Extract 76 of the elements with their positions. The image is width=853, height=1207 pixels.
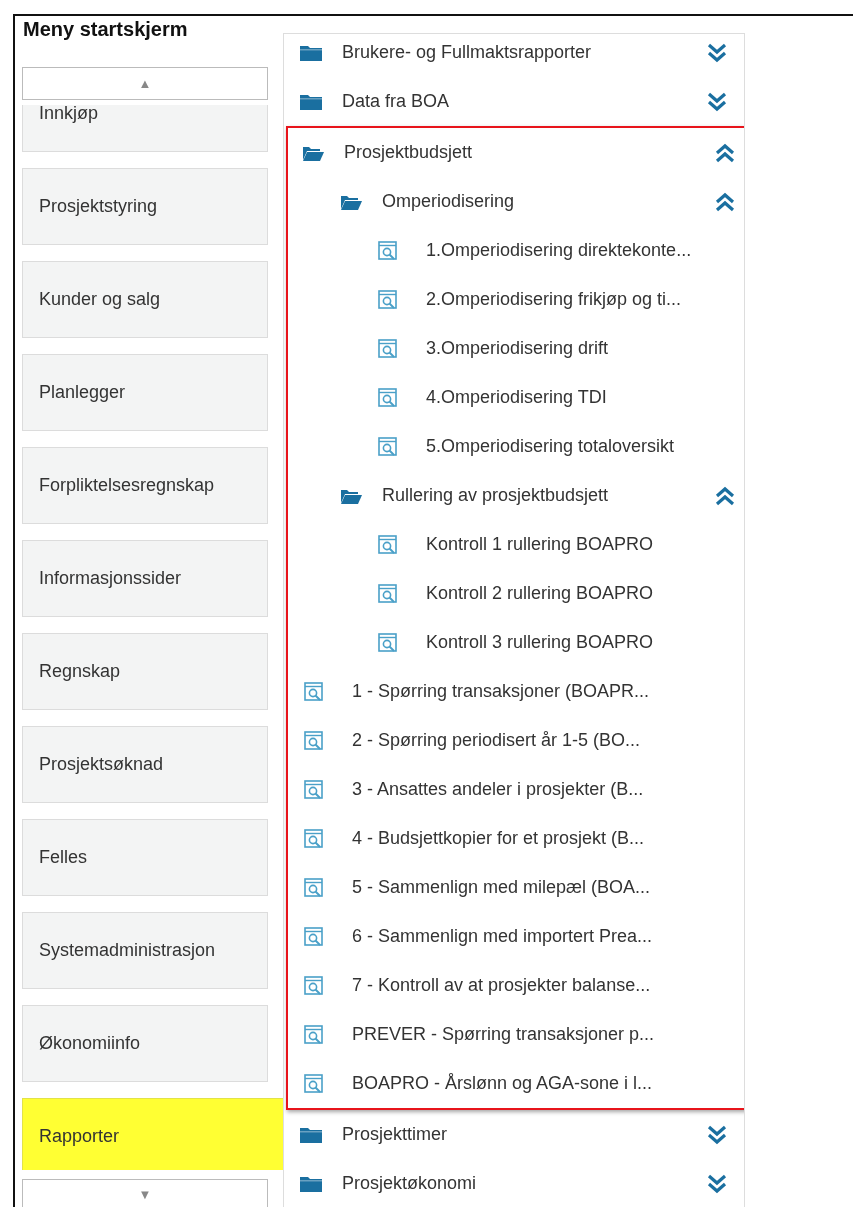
folder-label[interactable]: Data fra BOA: [342, 91, 706, 112]
menu-tile[interactable]: Informasjonssider: [22, 540, 268, 617]
report-icon: [304, 681, 324, 702]
report-icon: [378, 632, 398, 653]
menu-tile[interactable]: Planlegger: [22, 354, 268, 431]
folder-label[interactable]: Rullering av prosjektbudsjett: [382, 485, 714, 506]
folder-label[interactable]: Prosjektbudsjett: [344, 142, 714, 163]
folder-row[interactable]: Prosjekttimer: [284, 1110, 744, 1159]
report-icon: [378, 583, 398, 604]
window-title: Meny startskjerm: [23, 17, 188, 41]
report-icon: [378, 436, 398, 457]
report-icon: [304, 1073, 324, 1094]
folder-icon: [300, 1175, 322, 1192]
report-icon: [378, 240, 398, 261]
report-icon: [378, 534, 398, 555]
menu-tile[interactable]: Prosjektsøknad: [22, 726, 268, 803]
menu-tile[interactable]: Rapporter: [22, 1098, 283, 1170]
report-link[interactable]: 7 - Kontroll av at prosjekter balanse...: [352, 975, 744, 996]
expand-icon[interactable]: [706, 1124, 728, 1145]
folder-row[interactable]: Omperiodisering: [288, 177, 744, 226]
report-link[interactable]: BOAPRO - Årslønn og AGA-sone i l...: [352, 1073, 744, 1094]
collapse-icon[interactable]: [714, 485, 736, 506]
folder-icon: [300, 93, 322, 110]
folder-label[interactable]: Brukere- og Fullmaktsrapporter: [342, 42, 706, 63]
report-icon: [304, 877, 324, 898]
report-link[interactable]: 4.Omperiodisering TDI: [426, 387, 744, 408]
menu-tile[interactable]: Økonomiinfo: [22, 1005, 268, 1082]
report-link[interactable]: 3 - Ansattes andeler i prosjekter (B...: [352, 779, 744, 800]
report-link[interactable]: 2.Omperiodisering frikjøp og ti...: [426, 289, 744, 310]
folder-label[interactable]: Omperiodisering: [382, 191, 714, 212]
report-icon: [304, 926, 324, 947]
menu-tile[interactable]: Felles: [22, 819, 268, 896]
folder-row[interactable]: Data fra BOA: [284, 77, 744, 126]
menu-tile[interactable]: Systemadministrasjon: [22, 912, 268, 989]
folder-icon: [300, 1126, 322, 1143]
report-icon: [378, 289, 398, 310]
open-folder-icon: [302, 144, 324, 161]
report-link[interactable]: Kontroll 2 rullering BOAPRO: [426, 583, 744, 604]
report-icon: [304, 779, 324, 800]
folder-label[interactable]: Prosjektøkonomi: [342, 1173, 706, 1194]
report-link[interactable]: PREVER - Spørring transaksjoner p...: [352, 1024, 744, 1045]
menu-tile[interactable]: Prosjektstyring: [22, 168, 268, 245]
report-link[interactable]: 5 - Sammenlign med milepæl (BOA...: [352, 877, 744, 898]
report-icon: [304, 828, 324, 849]
scroll-down-button[interactable]: ▼: [22, 1179, 268, 1207]
scroll-up-button[interactable]: ▲: [22, 67, 268, 100]
report-link[interactable]: 2 - Spørring periodisert år 1-5 (BO...: [352, 730, 744, 751]
folder-label[interactable]: Prosjekttimer: [342, 1124, 706, 1145]
open-folder-icon: [340, 487, 362, 504]
menu-tile[interactable]: Innkjøp: [22, 105, 268, 152]
folder-row[interactable]: Prosjektøkonomi: [284, 1159, 744, 1207]
report-icon: [304, 1024, 324, 1045]
report-link[interactable]: 5.Omperiodisering totaloversikt: [426, 436, 744, 457]
report-link[interactable]: 4 - Budsjettkopier for et prosjekt (B...: [352, 828, 744, 849]
report-icon: [304, 730, 324, 751]
expand-icon[interactable]: [706, 42, 728, 63]
expand-icon[interactable]: [706, 1173, 728, 1194]
open-folder-icon: [340, 193, 362, 210]
menu-tile[interactable]: Kunder og salg: [22, 261, 268, 338]
report-link[interactable]: Kontroll 3 rullering BOAPRO: [426, 632, 744, 653]
folder-row[interactable]: Rullering av prosjektbudsjett: [288, 471, 744, 520]
report-link[interactable]: 1.Omperiodisering direktekonte...: [426, 240, 744, 261]
report-link[interactable]: 6 - Sammenlign med importert Prea...: [352, 926, 744, 947]
report-link[interactable]: 3.Omperiodisering drift: [426, 338, 744, 359]
menu-tile[interactable]: Regnskap: [22, 633, 268, 710]
collapse-icon[interactable]: [714, 191, 736, 212]
report-icon: [378, 387, 398, 408]
report-link[interactable]: Kontroll 1 rullering BOAPRO: [426, 534, 744, 555]
folder-icon: [300, 44, 322, 61]
menu-tile[interactable]: Forpliktelsesregnskap: [22, 447, 268, 524]
collapse-icon[interactable]: [714, 142, 736, 163]
report-link[interactable]: 1 - Spørring transaksjoner (BOAPR...: [352, 681, 744, 702]
report-icon: [304, 975, 324, 996]
folder-row[interactable]: Brukere- og Fullmaktsrapporter: [284, 34, 744, 77]
expand-icon[interactable]: [706, 91, 728, 112]
report-icon: [378, 338, 398, 359]
